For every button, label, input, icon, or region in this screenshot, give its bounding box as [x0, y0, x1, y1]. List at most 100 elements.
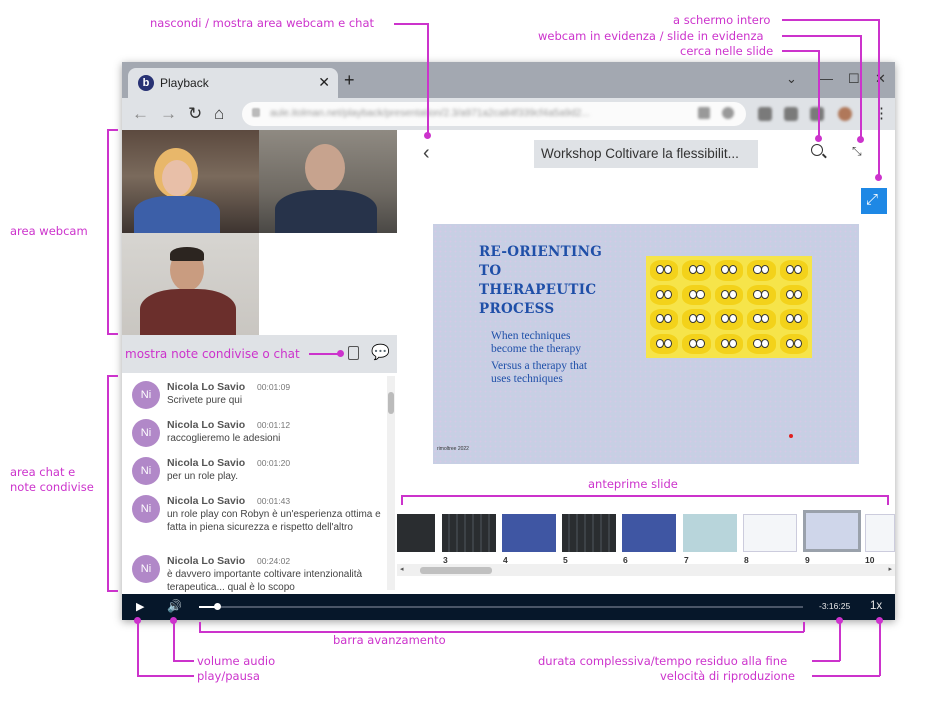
annotation-bracket	[107, 129, 118, 131]
avatar: Ni	[132, 381, 160, 409]
play-icon[interactable]: ▶	[136, 600, 144, 613]
close-window-icon[interactable]: ✕	[875, 71, 886, 87]
chat-message: Ni Nicola Lo Savio 00:01:20 per un role …	[122, 457, 384, 489]
address-bar-row: ← → ↻ ⌂ aule.itolman.net/playback/presen…	[122, 98, 895, 130]
hide-sidebar-chevron-icon[interactable]: ‹	[423, 142, 430, 165]
chat-text: Scrivete pure qui	[167, 395, 243, 406]
chat-text: è davvero importante coltivare intenzion…	[167, 569, 363, 593]
scroll-right-icon[interactable]: ▸	[888, 565, 892, 573]
annotation-line	[782, 50, 819, 52]
swap-layout-icon[interactable]: ⤡	[852, 144, 862, 159]
chat-message: Ni Nicola Lo Savio 00:24:02 è davvero im…	[122, 555, 384, 594]
chat-timestamp[interactable]: 00:24:02	[257, 556, 290, 566]
annotation-dot	[857, 136, 864, 143]
annotation-line	[137, 675, 194, 677]
slide-title-line: TO	[479, 263, 502, 279]
annotation-dot	[424, 132, 431, 139]
fullscreen-button[interactable]: ⤢	[861, 188, 887, 214]
player-controls: ▶ 🔊 -3:16:25 1x	[122, 594, 895, 620]
chat-text: raccoglieremo le adesioni	[167, 433, 281, 444]
chat-timestamp[interactable]: 00:01:20	[257, 458, 290, 468]
slide-thumbnail[interactable]	[397, 514, 435, 552]
new-tab-icon[interactable]: +	[344, 70, 355, 91]
progress-knob[interactable]	[214, 603, 222, 610]
slide-thumbnail[interactable]	[622, 514, 676, 552]
bookmark-star-icon[interactable]	[722, 107, 734, 119]
playback-page: 💬 Ni Nicola Lo Savio 00:01:09 Scrivete p…	[122, 130, 895, 620]
annotation-line	[173, 660, 194, 662]
annotation-line	[812, 675, 880, 677]
annotation-bracket	[401, 495, 403, 505]
pointer-dot	[789, 434, 793, 438]
annotation-volume: volume audio	[197, 654, 276, 668]
scroll-left-icon[interactable]: ◂	[400, 565, 404, 573]
home-icon[interactable]: ⌂	[214, 104, 224, 124]
chat-scroll-thumb[interactable]	[388, 392, 394, 414]
extension-icon[interactable]	[758, 107, 772, 121]
chat-author: Nicola Lo Savio	[167, 381, 246, 393]
annotation-duration: durata complessiva/tempo residuo alla fi…	[538, 654, 788, 668]
volume-icon[interactable]: 🔊	[167, 599, 182, 613]
annotation-bracket	[107, 375, 109, 591]
slide-subtitle-line: Versus a therapy that	[491, 360, 588, 372]
slide-thumbnail[interactable]	[562, 514, 616, 552]
slide-thumbnail[interactable]	[865, 514, 895, 552]
chat-timestamp[interactable]: 00:01:09	[257, 382, 290, 392]
back-arrow-icon[interactable]: ←	[132, 104, 149, 124]
chat-list: Ni Nicola Lo Savio 00:01:09 Scrivete pur…	[122, 373, 397, 594]
slide-thumbnail[interactable]	[502, 514, 556, 552]
annotation-thumbnails: anteprime slide	[588, 477, 678, 491]
shared-notes-icon[interactable]	[348, 346, 359, 360]
tab-list-chevron-icon[interactable]: ⌄	[786, 71, 797, 87]
slide-canvas: RE-ORIENTING TO THERAPEUTIC PROCESS When…	[433, 180, 859, 464]
chat-message: Ni Nicola Lo Savio 00:01:09 Scrivete pur…	[122, 381, 384, 413]
avatar: Ni	[132, 457, 160, 485]
tab-strip: b Playback ✕ + ⌄ — ☐ ✕	[122, 62, 895, 98]
profile-avatar-icon[interactable]	[838, 107, 852, 121]
progress-bar[interactable]	[199, 603, 803, 610]
left-pane: 💬 Ni Nicola Lo Savio 00:01:09 Scrivete p…	[122, 130, 397, 594]
fullscreen-icon: ⤢	[866, 191, 879, 208]
chat-timestamp[interactable]: 00:01:43	[257, 496, 290, 506]
slide-subtitle-line: uses techniques	[491, 373, 563, 385]
url-input[interactable]: aule.itolman.net/playback/presentation/2…	[242, 102, 746, 126]
slide-subtitle-line: become the therapy	[491, 343, 582, 355]
chat-bubbles-icon[interactable]: 💬	[371, 343, 390, 361]
search-icon-handle	[822, 153, 827, 159]
annotation-swap-webcam-slide: webcam in evidenza / slide in evidenza	[538, 29, 764, 43]
screenshot-root: b Playback ✕ + ⌄ — ☐ ✕ ← → ↻ ⌂ aule.itol…	[0, 0, 940, 705]
close-tab-icon[interactable]: ✕	[318, 74, 330, 91]
chat-message: Ni Nicola Lo Savio 00:01:12 raccoglierem…	[122, 419, 384, 451]
annotation-webcam-area: area webcam	[10, 224, 88, 238]
url-text: aule.itolman.net/playback/presentation/2…	[270, 108, 590, 119]
share-icon[interactable]	[698, 107, 710, 119]
annotation-bracket	[199, 622, 201, 632]
spongebob-faces-image	[646, 256, 812, 358]
annotation-toggle-webcam-chat: nascondi / mostra area webcam e chat	[150, 16, 375, 30]
slide-thumbnail[interactable]	[683, 514, 737, 552]
extension-icon[interactable]	[784, 107, 798, 121]
annotation-play-pause: play/pausa	[197, 669, 260, 683]
slide-subtitle-line: When techniques	[491, 330, 571, 342]
thumbnails-scroll-thumb[interactable]	[420, 567, 492, 574]
chat-scrollbar[interactable]	[387, 376, 395, 590]
slide-thumbnail[interactable]	[743, 514, 797, 552]
slide-thumbnail[interactable]	[442, 514, 496, 552]
avatar: Ni	[132, 419, 160, 447]
slide-title-line: RE-ORIENTING	[479, 244, 603, 260]
tab-playback[interactable]: b Playback ✕	[128, 68, 338, 98]
annotation-chat-area-2: note condivise	[10, 480, 94, 494]
annotation-bracket	[401, 495, 888, 497]
playback-speed-button[interactable]: 1x	[870, 600, 882, 612]
slide-thumbnail-current[interactable]	[803, 510, 861, 552]
thumbnails-scrollbar[interactable]: ◂ ▸	[397, 564, 895, 576]
chat-timestamp[interactable]: 00:01:12	[257, 420, 290, 430]
browser-menu-icon[interactable]: ⋮	[874, 104, 889, 122]
maximize-icon[interactable]: ☐	[848, 71, 860, 87]
reload-icon[interactable]: ↻	[188, 104, 202, 124]
forward-arrow-icon[interactable]: →	[160, 104, 177, 124]
extension-icon[interactable]	[810, 107, 824, 121]
chat-text: un role play con Robyn è un'esperienza o…	[167, 509, 381, 533]
annotation-bracket	[887, 495, 889, 505]
minimize-icon[interactable]: —	[820, 71, 833, 86]
